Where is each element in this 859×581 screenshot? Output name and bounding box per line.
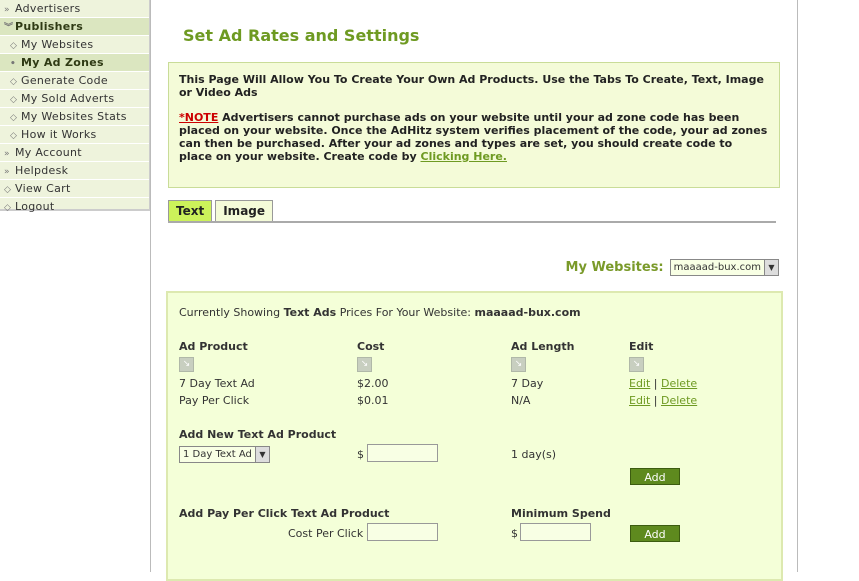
sidebar-item-label: My Sold Adverts [21, 92, 115, 105]
add-product-button[interactable]: Add [630, 468, 680, 485]
sidebar-item-label: Advertisers [15, 2, 81, 15]
dropdown-arrow-icon: ▼ [764, 260, 778, 275]
sidebar-item-label: View Cart [15, 182, 71, 195]
diamond-icon: ◇ [10, 131, 18, 141]
sidebar-item-my-account[interactable]: » My Account [0, 144, 149, 162]
minimum-spend-input[interactable] [520, 523, 591, 541]
row-cost: $2.00 [357, 377, 389, 390]
sidebar-item-helpdesk[interactable]: » Helpdesk [0, 162, 149, 180]
sidebar-item-my-websites[interactable]: ◇ My Websites [0, 36, 149, 54]
my-websites-label: My Websites: [565, 260, 664, 275]
edit-link[interactable]: Edit [629, 377, 650, 390]
website-selector: My Websites: maaaad-bux.com ▼ [566, 259, 779, 276]
sidebar-item-label: My Ad Zones [21, 56, 104, 69]
double-chevron-right-icon: » [4, 5, 10, 15]
header-cost: Cost [357, 340, 385, 353]
bullet-icon: • [10, 59, 17, 69]
ppc-title: Add Pay Per Click Text Ad Product [179, 507, 390, 520]
double-chevron-right-icon: » [4, 149, 10, 159]
sort-icon[interactable]: ↘ [179, 357, 194, 372]
sidebar-item-my-websites-stats[interactable]: ◇ My Websites Stats [0, 108, 149, 126]
diamond-icon: ◇ [4, 203, 12, 213]
diamond-icon: ◇ [10, 113, 18, 123]
main-content: Set Ad Rates and Settings This Page Will… [150, 0, 798, 581]
dropdown-arrow-icon: ▼ [254, 447, 269, 462]
days-text: 1 day(s) [511, 448, 557, 461]
row-length: N/A [511, 394, 531, 407]
double-chevron-right-icon: » [4, 167, 10, 177]
sort-icon[interactable]: ↘ [629, 357, 644, 372]
sidebar-item-logout[interactable]: ◇ Logout [0, 198, 149, 216]
tab-text[interactable]: Text [168, 200, 213, 221]
add-ppc-button[interactable]: Add [630, 525, 680, 542]
page-title: Set Ad Rates and Settings [183, 26, 420, 45]
cost-dollar: $ [357, 448, 364, 461]
ad-product-select[interactable]: 1 Day Text Ad ▼ [179, 446, 270, 463]
diamond-icon: ◇ [4, 185, 12, 195]
create-code-link[interactable]: Clicking Here. [421, 150, 508, 163]
add-product-title: Add New Text Ad Product [179, 428, 337, 441]
row-product: Pay Per Click [179, 394, 250, 407]
diamond-icon: ◇ [10, 41, 18, 51]
double-chevron-down-icon: ︾ [4, 23, 14, 33]
info-box: This Page Will Allow You To Create Your … [168, 62, 780, 188]
sidebar-item-publishers[interactable]: ︾ Publishers [0, 18, 149, 36]
sidebar-item-label: Logout [15, 200, 55, 213]
sidebar-item-label: Generate Code [21, 74, 108, 87]
cost-per-click-input[interactable] [367, 523, 438, 541]
diamond-icon: ◇ [10, 95, 18, 105]
sidebar-item-my-sold-adverts[interactable]: ◇ My Sold Adverts [0, 90, 149, 108]
tab-image[interactable]: Image [215, 200, 274, 221]
sort-icon[interactable]: ↘ [511, 357, 526, 372]
row-length: 7 Day [511, 377, 544, 390]
website-select-value: maaaad-bux.com [673, 262, 761, 273]
min-dollar: $ [511, 527, 518, 540]
header-ad-product: Ad Product [179, 340, 248, 353]
showing-text: Currently Showing Text Ads Prices For Yo… [179, 306, 581, 319]
delete-link[interactable]: Delete [661, 377, 697, 390]
sidebar-nav: » Advertisers ︾ Publishers ◇ My Websites • My A… [0, 0, 150, 216]
ad-products-panel: Currently Showing Text Ads Prices For Yo… [166, 291, 783, 581]
header-edit: Edit [629, 340, 654, 353]
sidebar-item-label: Helpdesk [15, 164, 69, 177]
row-cost: $0.01 [357, 394, 389, 407]
sidebar-item-my-ad-zones[interactable]: • My Ad Zones [0, 54, 149, 72]
cost-input[interactable] [367, 444, 438, 462]
sidebar-item-label: How it Works [21, 128, 97, 141]
header-ad-length: Ad Length [511, 340, 575, 353]
minimum-spend-title: Minimum Spend [511, 507, 611, 520]
tab-bar: Text Image [168, 200, 776, 223]
sort-icon[interactable]: ↘ [357, 357, 372, 372]
sidebar-item-label: My Websites Stats [21, 110, 127, 123]
info-intro: This Page Will Allow You To Create Your … [179, 73, 764, 99]
cost-per-click-label: Cost Per Click $ [288, 527, 374, 540]
row-product: 7 Day Text Ad [179, 377, 255, 390]
sidebar-item-generate-code[interactable]: ◇ Generate Code [0, 72, 149, 90]
ad-product-select-value: 1 Day Text Ad [183, 449, 252, 460]
website-select[interactable]: maaaad-bux.com ▼ [669, 259, 779, 276]
sidebar-item-label: My Account [15, 146, 82, 159]
sidebar-item-advertisers[interactable]: » Advertisers [0, 0, 149, 18]
diamond-icon: ◇ [10, 77, 18, 87]
note-label: *NOTE [179, 111, 219, 124]
edit-link[interactable]: Edit [629, 394, 650, 407]
sidebar-item-view-cart[interactable]: ◇ View Cart [0, 180, 149, 198]
sidebar-item-label: My Websites [21, 38, 94, 51]
delete-link[interactable]: Delete [661, 394, 697, 407]
sidebar-item-how-it-works[interactable]: ◇ How it Works [0, 126, 149, 144]
sidebar-item-label: Publishers [15, 20, 84, 33]
